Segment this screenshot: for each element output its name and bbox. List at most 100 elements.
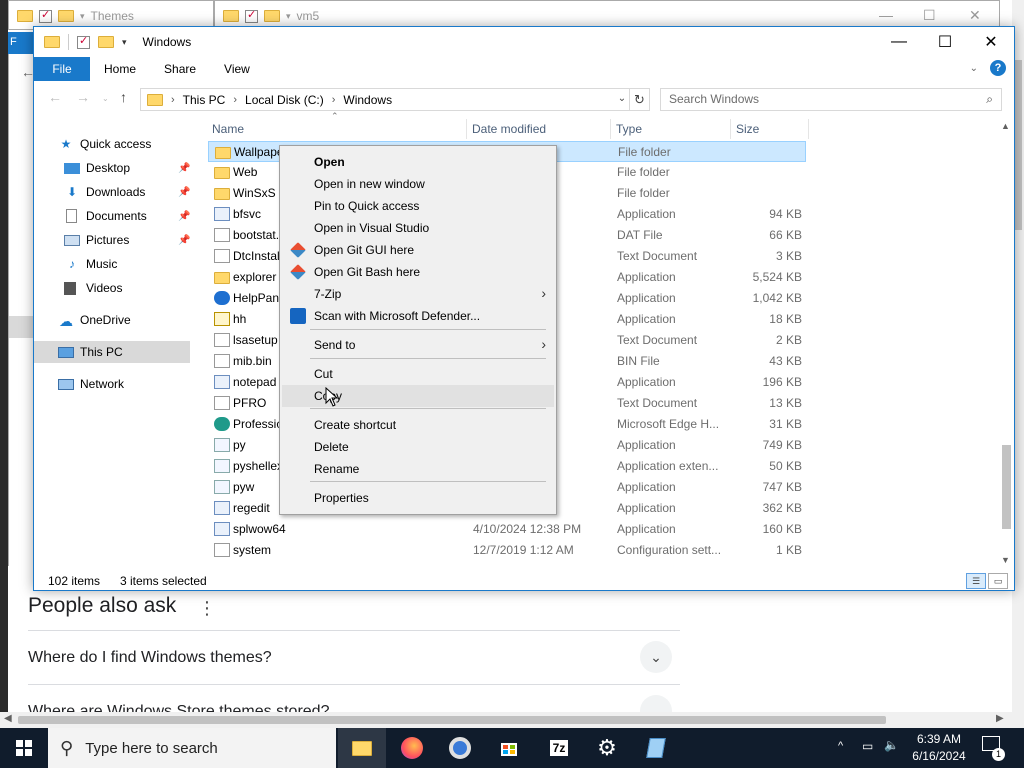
file-explorer-icon[interactable] <box>338 728 386 768</box>
nav-music[interactable]: ♪ Music <box>64 253 220 275</box>
pin-icon[interactable]: 📌 <box>178 163 190 174</box>
menu-item-7-zip[interactable]: 7-Zip › <box>282 283 554 305</box>
tab-home[interactable]: Home <box>90 57 150 81</box>
title-bar[interactable]: ▾ Windows — ☐ ✕ <box>34 27 1014 57</box>
menu-item-open-in-new-window[interactable]: Open in new window <box>282 173 554 195</box>
file-name: explorer <box>233 270 277 284</box>
nav-pictures[interactable]: Pictures 📌 <box>64 229 220 251</box>
scroll-right-icon[interactable]: ▶ <box>996 713 1004 724</box>
back-icon[interactable]: ← <box>48 89 62 105</box>
network-status-icon[interactable]: ▭ <box>862 739 873 768</box>
large-icons-view-icon[interactable]: ▭ <box>988 573 1008 589</box>
tab-view[interactable]: View <box>210 57 264 81</box>
menu-item-properties[interactable]: Properties <box>282 487 554 509</box>
start-button[interactable] <box>0 728 48 768</box>
taskbar-search-box[interactable]: ⚲ Type here to search <box>48 728 336 768</box>
help-icon[interactable]: ? <box>990 60 1006 76</box>
window-title: Windows <box>142 35 192 49</box>
chevron-right-icon[interactable]: › <box>332 94 336 106</box>
page-horizontal-scrollbar[interactable]: ◀ ▶ <box>0 712 1024 728</box>
column-header-date[interactable]: Date modified <box>472 122 546 136</box>
pin-icon[interactable]: 📌 <box>178 187 190 198</box>
properties-icon[interactable] <box>77 34 90 49</box>
expand-ribbon-icon[interactable]: ⌄ <box>970 63 978 74</box>
pin-icon[interactable]: 📌 <box>178 211 190 222</box>
address-dropdown-icon[interactable]: ⌄ <box>614 88 630 111</box>
nav-desktop[interactable]: Desktop 📌 <box>64 157 220 179</box>
scroll-left-icon[interactable]: ◀ <box>4 713 12 724</box>
table-row[interactable]: splwow64 4/10/2024 12:38 PM Application 160… <box>208 519 806 540</box>
menu-item-rename[interactable]: Rename <box>282 458 554 480</box>
customize-dropdown-icon[interactable]: ▾ <box>122 37 127 48</box>
nav-onedrive[interactable]: ☁ OneDrive <box>58 309 214 331</box>
close-button[interactable]: ✕ <box>968 27 1014 57</box>
new-folder-icon[interactable] <box>98 36 114 48</box>
menu-item-open-in-visual-studio[interactable]: Open in Visual Studio <box>282 217 554 239</box>
paa-question-1[interactable]: Where do I find Windows themes? ⌄ <box>28 630 680 684</box>
submenu-arrow-icon: › <box>541 285 546 301</box>
show-hidden-icons-icon[interactable]: ^ <box>838 740 843 768</box>
notepad-icon[interactable] <box>640 732 672 764</box>
menu-item-open[interactable]: Open <box>282 151 554 173</box>
minimize-icon[interactable]: — <box>879 7 893 23</box>
notifications-icon[interactable]: 1 <box>982 736 1005 768</box>
details-view-icon[interactable]: ☰ <box>966 573 986 589</box>
menu-item-send-to[interactable]: Send to › <box>282 334 554 356</box>
chevron-down-icon[interactable]: ⌄ <box>640 641 672 673</box>
nav-videos[interactable]: Videos <box>64 277 220 299</box>
edge-icon <box>214 417 230 431</box>
firefox-icon[interactable] <box>396 732 428 764</box>
scroll-up-icon[interactable]: ▲ <box>1001 121 1010 131</box>
tab-share[interactable]: Share <box>150 57 210 81</box>
settings-icon[interactable]: ⚙ <box>591 732 623 764</box>
more-options-icon[interactable]: ⋮ <box>198 598 216 619</box>
menu-item-copy[interactable]: Copy <box>282 385 554 407</box>
pin-icon[interactable]: 📌 <box>178 235 190 246</box>
column-header-type[interactable]: Type <box>616 122 642 136</box>
file-name: mib.bin <box>233 354 272 368</box>
file-list-scrollbar[interactable]: ▲ ▼ <box>998 119 1014 569</box>
breadcrumb-windows[interactable]: Windows <box>343 93 392 107</box>
menu-item-cut[interactable]: Cut <box>282 363 554 385</box>
tab-file[interactable]: File <box>34 57 90 81</box>
clock[interactable]: 6:39 AM 6/16/2024 <box>906 731 972 765</box>
menu-item-delete[interactable]: Delete <box>282 436 554 458</box>
forward-icon[interactable]: → <box>76 89 90 105</box>
maximize-button[interactable]: ☐ <box>922 27 968 57</box>
menu-item-label: Cut <box>314 367 333 381</box>
scroll-down-icon[interactable]: ▼ <box>1001 555 1010 565</box>
column-header-size[interactable]: Size <box>736 122 759 136</box>
7zip-icon[interactable]: 7z <box>543 732 575 764</box>
refresh-icon[interactable]: ↻ <box>630 88 650 111</box>
recent-locations-icon[interactable]: ⌄ <box>102 94 109 103</box>
chevron-right-icon[interactable]: › <box>171 94 175 106</box>
nav-documents[interactable]: Documents 📌 <box>64 205 220 227</box>
menu-item-open-git-bash-here[interactable]: Open Git Bash here <box>282 261 554 283</box>
breadcrumb-this-pc[interactable]: This PC <box>183 93 226 107</box>
scrollbar-thumb[interactable] <box>18 716 886 724</box>
minimize-button[interactable]: — <box>876 27 922 57</box>
nav-quick-access[interactable]: ★ Quick access <box>58 133 214 155</box>
column-header-name[interactable]: Name <box>212 122 244 136</box>
breadcrumb-local-disk[interactable]: Local Disk (C:) <box>245 93 324 107</box>
chrome-icon[interactable] <box>444 732 476 764</box>
chevron-right-icon[interactable]: › <box>233 94 237 106</box>
nav-downloads[interactable]: ⬇ Downloads 📌 <box>64 181 220 203</box>
close-icon[interactable]: ✕ <box>969 7 981 24</box>
scrollbar-thumb[interactable] <box>1014 60 1022 230</box>
store-icon[interactable] <box>493 732 525 764</box>
menu-item-scan-with-microsoft-defender[interactable]: Scan with Microsoft Defender... <box>282 305 554 327</box>
search-input[interactable]: Search Windows ⌕ <box>660 88 1002 111</box>
nav-network[interactable]: Network <box>58 373 214 395</box>
maximize-icon[interactable]: ☐ <box>923 7 936 24</box>
scrollbar-thumb[interactable] <box>1002 445 1011 529</box>
menu-item-create-shortcut[interactable]: Create shortcut <box>282 414 554 436</box>
up-icon[interactable]: ↑ <box>120 89 127 105</box>
address-bar[interactable]: › This PC › Local Disk (C:) › Windows <box>140 88 630 111</box>
menu-item-open-git-gui-here[interactable]: Open Git GUI here <box>282 239 554 261</box>
menu-item-pin-to-quick-access[interactable]: Pin to Quick access <box>282 195 554 217</box>
help-file-icon <box>214 312 230 326</box>
nav-this-pc[interactable]: This PC <box>34 341 190 363</box>
table-row[interactable]: system 12/7/2019 1:12 AM Configuration set… <box>208 540 806 561</box>
volume-muted-icon[interactable]: 🔈 <box>884 738 899 768</box>
